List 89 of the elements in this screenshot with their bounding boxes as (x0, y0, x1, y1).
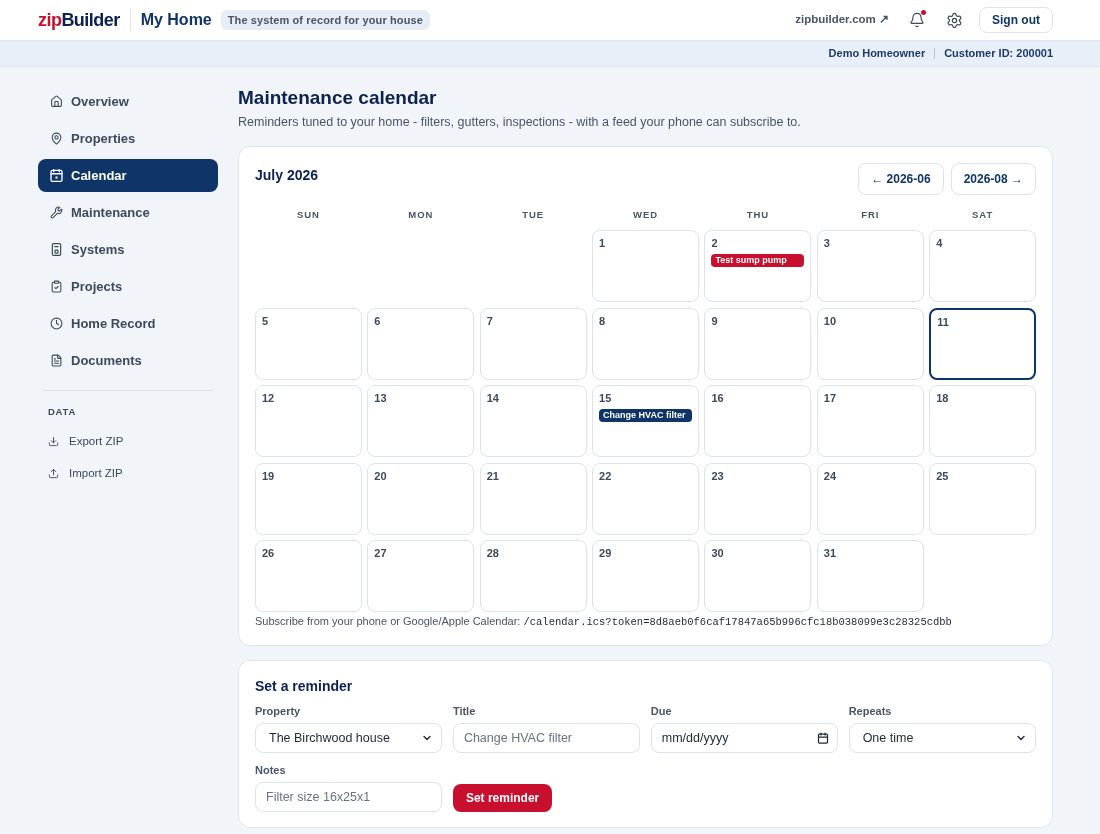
wrench-icon (50, 206, 63, 219)
day-number: 19 (262, 468, 276, 483)
field-label: Property (255, 704, 302, 718)
day-number: 7 (486, 313, 494, 328)
sidebar-item[interactable]: Home Record (38, 307, 218, 340)
clock-icon (50, 317, 63, 330)
field-label: Notes (255, 763, 287, 777)
sidebar-item[interactable]: Maintenance (38, 196, 218, 229)
sidebar-action[interactable]: Import ZIP (38, 459, 218, 488)
field-label: Repeats (848, 704, 893, 718)
sidebar-action[interactable]: Export ZIP (38, 427, 218, 456)
weekday-label: THU (745, 209, 771, 221)
day-number: 11 (937, 314, 950, 329)
day-number: 21 (486, 468, 500, 483)
day-number: 18 (936, 391, 950, 405)
day-number: 27 (374, 546, 388, 560)
day-number: 16 (711, 391, 725, 405)
sidebar-item[interactable]: Calendar (38, 159, 218, 192)
select-field[interactable]: One time (848, 723, 1036, 753)
day-number: 3 (823, 236, 831, 250)
sidebar-item[interactable]: Systems (38, 233, 218, 266)
house-icon (50, 95, 63, 108)
day-number: 30 (711, 546, 725, 560)
day-number: 13 (374, 391, 388, 405)
day-number: 24 (823, 468, 838, 483)
date-input[interactable]: mm/dd/yyyy (650, 723, 839, 753)
day-number: 15 (599, 391, 613, 405)
map-pin-icon (50, 132, 63, 145)
weekday-label: SUN (295, 209, 321, 221)
weekday-label: MON (407, 209, 435, 221)
sidebar-item[interactable]: Documents (38, 344, 218, 377)
logo[interactable]: zipBuilder (38, 11, 120, 29)
text-input[interactable]: Filter size 16x25x1 (255, 782, 443, 812)
subscribe-note: Subscribe from your phone or Google/Apple Calendar: /calendar.ics?token=8d8aeb0f6caf17847a65b996cfc18b038099e3c28325cdbb (255, 614, 953, 630)
day-number: 6 (374, 313, 382, 328)
previous-month-button[interactable]: ← 2026-06 (858, 163, 944, 195)
tagline: The system of record for your house (220, 9, 430, 31)
day-number: 17 (823, 391, 838, 405)
day-number: 26 (262, 546, 276, 560)
calendar-event[interactable]: Change HVAC filter (599, 409, 692, 422)
day-number: 20 (374, 468, 388, 483)
day-number: 28 (486, 546, 500, 560)
calendar-icon (50, 169, 63, 182)
section-heading: Set a reminder (255, 677, 354, 695)
weekday-label: TUE (521, 209, 546, 221)
select-field[interactable]: The Birchwood house (255, 723, 443, 753)
calendar-event[interactable]: Test sump pump (711, 254, 805, 267)
settings-icon[interactable] (946, 11, 963, 29)
upload-icon (48, 467, 59, 479)
day-number: 4 (936, 236, 944, 250)
set-reminder-button[interactable]: Set reminder (452, 784, 553, 812)
document-icon (50, 354, 63, 367)
site-link[interactable]: zipbuilder.com ↗ (795, 11, 889, 29)
day-number: 22 (599, 468, 613, 483)
page-title: Maintenance calendar (238, 86, 438, 110)
app-title: My Home (140, 10, 212, 30)
user-name: Demo Homeowner (828, 46, 926, 62)
device-icon (50, 243, 63, 256)
day-number: 8 (599, 313, 607, 328)
day-number: 10 (823, 313, 838, 328)
sidebar-item[interactable]: Projects (38, 270, 218, 303)
text-input[interactable]: Change HVAC filter (452, 723, 641, 753)
bell-icon[interactable] (909, 12, 925, 28)
day-number: 1 (599, 236, 607, 250)
day-number: 14 (486, 391, 500, 405)
weekday-label: FRI (860, 209, 881, 221)
day-number: 12 (262, 391, 276, 405)
calendar-icon[interactable] (817, 732, 830, 744)
day-number: 23 (711, 468, 725, 483)
month-title: July 2026 (255, 166, 319, 185)
sidebar-item[interactable]: Properties (38, 122, 218, 155)
download-icon (48, 435, 59, 447)
field-label: Title (452, 704, 477, 718)
clipboard-check-icon (50, 280, 63, 293)
sign-out-button[interactable]: Sign out (979, 7, 1053, 33)
field-label: Due (650, 704, 673, 718)
day-number: 9 (711, 313, 719, 328)
day-number: 5 (262, 313, 270, 328)
customer-id: Customer ID: 200001 (944, 46, 1053, 62)
page-subtitle: Reminders tuned to your home - filters, gutters, inspections - with a feed your phone can subscribe to. (238, 114, 802, 130)
weekday-label: SAT (971, 209, 995, 221)
day-number: 31 (823, 546, 838, 560)
day-number: 29 (599, 546, 613, 560)
sidebar-item[interactable]: Overview (38, 85, 218, 118)
section-title: DATA (47, 405, 77, 419)
next-month-button[interactable]: 2026-08 → (950, 163, 1036, 195)
day-number: 25 (936, 468, 950, 483)
weekday-label: WED (632, 209, 659, 221)
day-number: 2 (711, 236, 719, 250)
